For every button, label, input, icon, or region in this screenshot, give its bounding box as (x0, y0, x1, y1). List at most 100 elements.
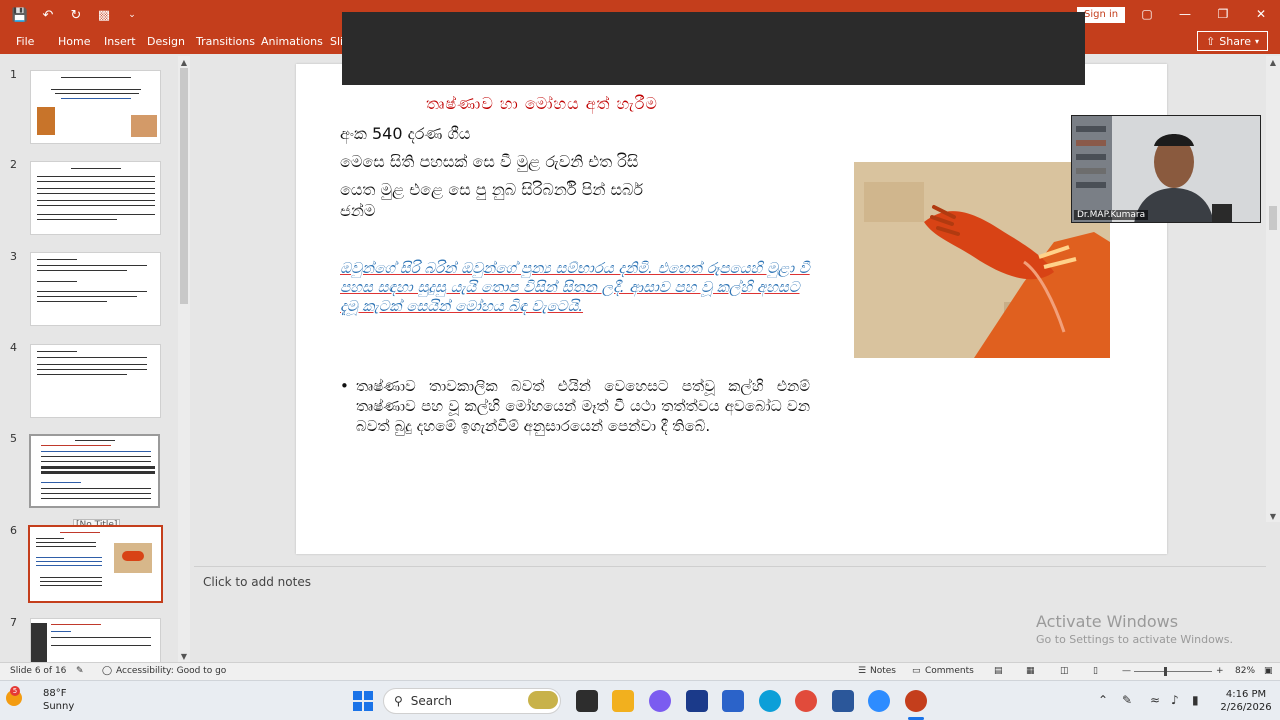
slide-thumbnail-3[interactable] (30, 252, 161, 326)
participant-name: Dr.MAP.Kumara (1074, 210, 1149, 220)
clock-time: 4:16 PM (1225, 689, 1267, 700)
slide-thumbnail-2[interactable] (30, 161, 161, 235)
spell-check-icon[interactable]: ✎ (76, 666, 84, 676)
slide-text-line[interactable]: අංක 540 දරණ ගීය (340, 124, 470, 144)
normal-view-icon[interactable]: ▤ (994, 666, 1003, 676)
volume-icon[interactable]: ♪ (1171, 693, 1179, 707)
tab-file[interactable]: File (16, 35, 34, 48)
zoom-out-icon[interactable]: — (1122, 666, 1131, 676)
maximize-icon[interactable]: ❐ (1204, 0, 1242, 28)
watermark-title: Activate Windows (1036, 612, 1179, 631)
scroll-up-icon[interactable]: ▲ (178, 56, 190, 68)
tab-animations[interactable]: Animations (261, 35, 323, 48)
share-label: Share (1219, 34, 1251, 48)
zoom-app-icon[interactable] (868, 690, 890, 712)
thumbnail-scrollbar[interactable]: ▲ ▼ (178, 56, 190, 662)
slide-text-line[interactable]: යෙත මුළ එළෙ සෙ පු නුබ සිරිබර්නි පින් සබර… (340, 180, 643, 200)
notes-icon[interactable]: ☰ (858, 666, 866, 676)
fit-slide-icon[interactable]: ▣ (1264, 666, 1273, 676)
powerpoint-window: 💾 ↶ ↻ ▩ ⌄ Sign in ▢ — ❐ ✕ File Home Inse… (0, 0, 1280, 720)
presentation-icon[interactable]: ▩ (94, 5, 114, 25)
minimize-icon[interactable]: — (1166, 0, 1204, 28)
slide-scrollbar[interactable]: ▲ ▼ (1266, 56, 1280, 522)
search-label: Search (410, 694, 453, 708)
quick-access-toolbar: 💾 ↶ ↻ ▩ ⌄ (10, 5, 142, 25)
share-icon: ⇧ (1206, 34, 1216, 48)
customize-toolbar-icon[interactable]: ⌄ (122, 5, 142, 25)
tab-transitions[interactable]: Transitions (196, 35, 255, 48)
word-icon[interactable] (832, 690, 854, 712)
slide-thumbnail-4[interactable] (30, 344, 161, 418)
clock-date: 2/26/2026 (1220, 702, 1272, 713)
slide-thumbnail-6[interactable] (28, 525, 163, 603)
battery-icon[interactable]: ▮ (1192, 693, 1199, 707)
task-view-icon[interactable] (576, 690, 598, 712)
thumb-number: 2 (10, 158, 17, 171)
taskbar-clock[interactable]: 4:16 PM 2/26/2026 (1216, 688, 1276, 714)
accessibility-icon[interactable]: ◯ (102, 666, 112, 676)
undo-icon[interactable]: ↶ (38, 5, 58, 25)
weather-sun-icon[interactable]: 5 (6, 686, 22, 706)
thumb-number: 5 (10, 432, 17, 445)
thumb-number: 7 (10, 616, 17, 629)
comments-button[interactable]: Comments (925, 666, 974, 676)
slide-thumbnail-7[interactable] (30, 618, 161, 662)
comments-icon[interactable]: ▭ (912, 666, 921, 676)
scroll-up-icon[interactable]: ▲ (1267, 56, 1279, 68)
slide-text-line[interactable]: මෙසෙ සිති පහසක් සෙ වී මුළ රුවනි එත රිසි (340, 152, 638, 172)
slide-title[interactable]: තෘෂ්ණාව හා මෝහය අත් හැරීම (426, 94, 658, 114)
show-hidden-icons-icon[interactable]: ⌃ (1098, 693, 1108, 707)
current-slide[interactable]: තෘෂ්ණාව හා මෝහය අත් හැරීම අංක 540 දරණ ගී… (296, 64, 1167, 554)
scroll-down-icon[interactable]: ▼ (1267, 510, 1279, 522)
zoom-level[interactable]: 82% (1235, 666, 1255, 676)
notes-button[interactable]: Notes (870, 666, 896, 676)
slide-text-line[interactable]: ජන්ම (340, 201, 375, 221)
reading-view-icon[interactable]: ◫ (1060, 666, 1069, 676)
participant-video[interactable]: Dr.MAP.Kumara (1071, 115, 1261, 223)
save-icon[interactable]: 💾 (10, 5, 30, 25)
thumb-number: 3 (10, 250, 17, 263)
slide-thumbnail-5[interactable] (29, 434, 160, 508)
scroll-thumb[interactable] (1269, 206, 1277, 230)
slide-thumbnail-1[interactable] (30, 70, 161, 144)
notes-placeholder[interactable]: Click to add notes (203, 575, 311, 589)
slide-counter: Slide 6 of 16 (10, 666, 67, 676)
window-controls: ▢ — ❐ ✕ (1128, 0, 1280, 28)
zoom-slider-handle[interactable] (1164, 667, 1167, 676)
weather-widget[interactable]: 88°F Sunny (43, 687, 74, 713)
security-shield-icon[interactable] (686, 690, 708, 712)
weather-condition: Sunny (43, 701, 75, 712)
search-highlight-icon[interactable] (528, 691, 558, 709)
scroll-thumb[interactable] (180, 68, 188, 304)
status-bar: Slide 6 of 16 ✎ ◯ Accessibility: Good to… (0, 662, 1280, 680)
thumb-number: 4 (10, 341, 17, 354)
redo-icon[interactable]: ↻ (66, 5, 86, 25)
chrome-browser-icon[interactable] (795, 690, 817, 712)
scroll-down-icon[interactable]: ▼ (178, 650, 190, 662)
accessibility-status[interactable]: Accessibility: Good to go (116, 666, 226, 676)
powerpoint-icon[interactable] (905, 690, 927, 712)
ribbon-display-icon[interactable]: ▢ (1128, 0, 1166, 28)
share-button[interactable]: ⇧ Share ▾ (1197, 31, 1268, 51)
weather-badge: 5 (10, 686, 20, 696)
slideshow-icon[interactable]: ▯ (1093, 666, 1098, 676)
wifi-icon[interactable]: ≈ (1150, 693, 1160, 707)
bullet-text: තෘෂ්ණාව තාවකාලික බවත් එයින් වෙහෙසට පත්වූ… (356, 377, 810, 435)
copilot-icon[interactable] (649, 690, 671, 712)
slide-bullet-paragraph[interactable]: • තෘෂ්ණාව තාවකාලික බවත් එයින් වෙහෙසට පත්… (340, 376, 810, 436)
start-icon[interactable] (352, 690, 374, 712)
file-explorer-icon[interactable] (612, 690, 634, 712)
thumb-number: 6 (10, 524, 17, 537)
tab-insert[interactable]: Insert (104, 35, 136, 48)
tab-home[interactable]: Home (58, 35, 90, 48)
pen-icon[interactable]: ✎ (1122, 693, 1132, 707)
tab-design[interactable]: Design (147, 35, 185, 48)
zoom-slider[interactable] (1134, 671, 1212, 672)
zoom-in-icon[interactable]: + (1216, 666, 1224, 676)
slide-sorter-icon[interactable]: ▦ (1026, 666, 1035, 676)
close-icon[interactable]: ✕ (1242, 0, 1280, 28)
screen-share-toolbar-overlay (342, 12, 1085, 85)
edge-browser-icon[interactable] (759, 690, 781, 712)
slide-blue-paragraph[interactable]: ඔවුන්ගේ සිරි බරින් ඔවුන්ගේ පුන්‍ය සම්භාර… (340, 259, 810, 316)
store-icon[interactable] (722, 690, 744, 712)
